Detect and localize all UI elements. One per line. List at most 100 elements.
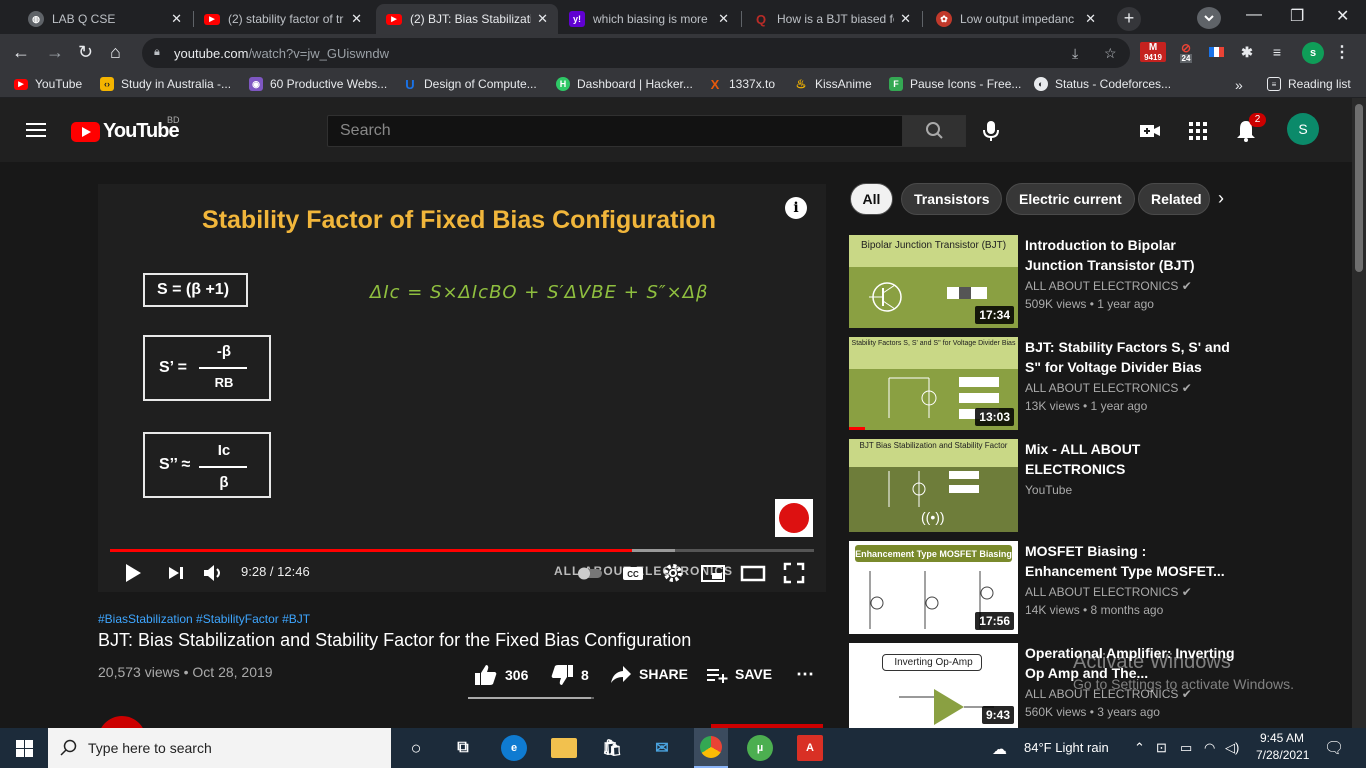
video-thumbnail[interactable]: Enhancement Type MOSFET Biasing 17:56: [849, 541, 1018, 634]
edge-browser-icon[interactable]: e: [501, 735, 527, 761]
close-tab-icon[interactable]: ✕: [718, 11, 729, 27]
recommendation-item[interactable]: BJT Bias Stabilization and Stability Fac…: [849, 439, 1269, 535]
reload-button[interactable]: ↻: [78, 42, 93, 63]
close-tab-icon[interactable]: ✕: [351, 11, 362, 27]
tab-low-output-impedance[interactable]: ✿ Low output impedanc ✕: [926, 4, 1106, 34]
weather-cloud-icon[interactable]: ☁: [992, 740, 1007, 758]
chevron-up-icon[interactable]: ⌃: [1134, 740, 1145, 756]
recommendation-item[interactable]: Enhancement Type MOSFET Biasing 17:56 MO…: [849, 541, 1269, 637]
adblock-extension[interactable]: ⊘ 24: [1174, 42, 1198, 63]
video-thumbnail[interactable]: Inverting Op-Amp 9:43: [849, 643, 1018, 728]
chip-all[interactable]: All: [850, 183, 893, 215]
browser-menu-icon[interactable]: ⋮: [1334, 42, 1350, 62]
minimize-button[interactable]: —: [1246, 6, 1262, 24]
activate-windows-subtitle[interactable]: Go to Settings to activate Windows.: [1073, 676, 1294, 692]
video-player[interactable]: Stability Factor of Fixed Bias Configura…: [98, 184, 826, 592]
bookmark-pause-icons[interactable]: F Pause Icons - Free...: [889, 77, 1021, 91]
volume-icon[interactable]: [202, 561, 224, 585]
battery-icon[interactable]: ▭: [1180, 740, 1192, 756]
more-actions-icon[interactable]: ⋯: [796, 664, 814, 685]
back-button[interactable]: ←: [12, 42, 30, 63]
clock[interactable]: 9:45 AM 7/28/2021: [1256, 731, 1309, 762]
bookmark-star-icon[interactable]: ☆: [1104, 45, 1117, 62]
guide-menu-icon[interactable]: [26, 123, 46, 137]
taskbar-search-box[interactable]: Type here to search: [48, 728, 391, 768]
video-hashtags[interactable]: #BiasStabilization #StabilityFactor #BJT: [98, 612, 310, 626]
bookmark-codeforces[interactable]: ◐ Status - Codeforces...: [1034, 77, 1171, 91]
tab-bjt-bias-stabilization[interactable]: ▶ (2) BJT: Bias Stabilizatic ✕: [376, 4, 558, 34]
autoplay-toggle-icon[interactable]: [576, 561, 604, 585]
close-tab-icon[interactable]: ✕: [1085, 11, 1096, 27]
bookmark-study-in-australia[interactable]: ‹› Study in Australia -...: [100, 77, 231, 91]
chip-transistors[interactable]: Transistors: [901, 183, 1003, 215]
chrome-taskbar-button[interactable]: [694, 728, 728, 768]
lock-icon[interactable]: 🔒︎: [154, 46, 160, 59]
apps-grid-icon[interactable]: [1186, 119, 1210, 143]
volume-icon[interactable]: ◁): [1225, 740, 1239, 756]
cortana-icon[interactable]: ○: [403, 735, 429, 761]
weather-text[interactable]: 84°F Light rain: [1024, 740, 1109, 755]
new-tab-button[interactable]: +: [1117, 7, 1141, 31]
tab-which-biasing[interactable]: y! which biasing is more ✕: [559, 4, 739, 34]
microphone-icon[interactable]: [982, 120, 1000, 142]
acrobat-reader-icon[interactable]: A: [797, 735, 823, 761]
notification-center-icon[interactable]: 🗨︎: [1324, 738, 1344, 758]
channel-watermark[interactable]: [775, 499, 813, 537]
tab-lab-q-cse[interactable]: ◍ LAB Q CSE ✕: [18, 4, 192, 34]
search-box[interactable]: [327, 115, 903, 147]
home-button[interactable]: ⌂: [110, 42, 121, 63]
search-button[interactable]: [902, 115, 966, 147]
info-icon[interactable]: i: [785, 197, 807, 219]
bookmark-1337x[interactable]: X 1337x.to: [708, 77, 775, 92]
install-app-icon[interactable]: ⤓: [1072, 45, 1078, 62]
bookmark-hackerrank[interactable]: H Dashboard | Hacker...: [556, 77, 693, 91]
task-view-icon[interactable]: ⧉: [450, 735, 476, 761]
chip-electric-current[interactable]: Electric current: [1006, 183, 1135, 215]
video-thumbnail[interactable]: Stability Factors S, S' and S'' for Volt…: [849, 337, 1018, 430]
play-icon[interactable]: [122, 561, 144, 585]
subtitles-icon[interactable]: CC: [621, 561, 645, 585]
windows-start-icon[interactable]: [16, 740, 33, 757]
share-button[interactable]: SHARE: [610, 664, 688, 684]
file-explorer-icon[interactable]: [551, 738, 577, 758]
gmail-extension[interactable]: M 9419: [1140, 42, 1166, 62]
media-control-icon[interactable]: ≡: [1268, 42, 1286, 62]
save-button[interactable]: SAVE: [706, 664, 772, 684]
close-tab-icon[interactable]: ✕: [537, 11, 548, 27]
seek-bar[interactable]: [110, 549, 814, 552]
youtube-logo[interactable]: YouTube BD: [71, 115, 180, 143]
profile-avatar[interactable]: s: [1302, 42, 1324, 64]
bookmark-design-of-compute[interactable]: U Design of Compute...: [403, 77, 536, 92]
bookmark-kissanime[interactable]: ♨ KissAnime: [794, 77, 872, 91]
chip-related[interactable]: Related: [1138, 183, 1210, 215]
recommendation-item[interactable]: Stability Factors S, S' and S'' for Volt…: [849, 337, 1269, 433]
meet-now-icon[interactable]: ⊡: [1156, 740, 1167, 756]
bookmark-60-productive[interactable]: ◉ 60 Productive Webs...: [249, 77, 387, 91]
scrollbar-thumb[interactable]: [1355, 104, 1363, 272]
create-video-icon[interactable]: [1138, 119, 1162, 143]
account-avatar[interactable]: S: [1287, 113, 1319, 145]
settings-gear-icon[interactable]: [661, 561, 685, 585]
miniplayer-icon[interactable]: [700, 561, 726, 585]
recommendation-item[interactable]: Bipolar Junction Transistor (BJT) 17:34 …: [849, 235, 1269, 331]
page-scrollbar[interactable]: [1352, 98, 1366, 728]
tab-how-is-bjt-biased[interactable]: Q How is a BJT biased fo ✕: [743, 4, 921, 34]
channel-name[interactable]: ALL ABOUT ELECTRONICS ✔: [1025, 585, 1192, 599]
dislike-button[interactable]: 8: [550, 664, 589, 686]
extensions-puzzle-icon[interactable]: ✱: [1238, 42, 1256, 62]
video-thumbnail[interactable]: Bipolar Junction Transistor (BJT) 17:34: [849, 235, 1018, 328]
bookmarks-overflow-button[interactable]: »: [1235, 77, 1243, 93]
translate-extension[interactable]: [1206, 42, 1226, 62]
utorrent-icon[interactable]: µ: [747, 735, 773, 761]
channel-name[interactable]: ALL ABOUT ELECTRONICS ✔: [1025, 381, 1192, 395]
close-tab-icon[interactable]: ✕: [171, 11, 182, 27]
wifi-icon[interactable]: ◠: [1204, 740, 1215, 756]
fullscreen-icon[interactable]: [782, 561, 806, 585]
search-input[interactable]: [328, 116, 902, 146]
restore-button[interactable]: ❐: [1290, 6, 1304, 26]
next-video-icon[interactable]: [166, 561, 186, 585]
tab-search-button[interactable]: [1197, 7, 1221, 29]
chevron-right-icon[interactable]: ›: [1218, 188, 1224, 209]
reading-list-button[interactable]: ≡ Reading list: [1267, 77, 1351, 91]
close-tab-icon[interactable]: ✕: [900, 11, 911, 27]
